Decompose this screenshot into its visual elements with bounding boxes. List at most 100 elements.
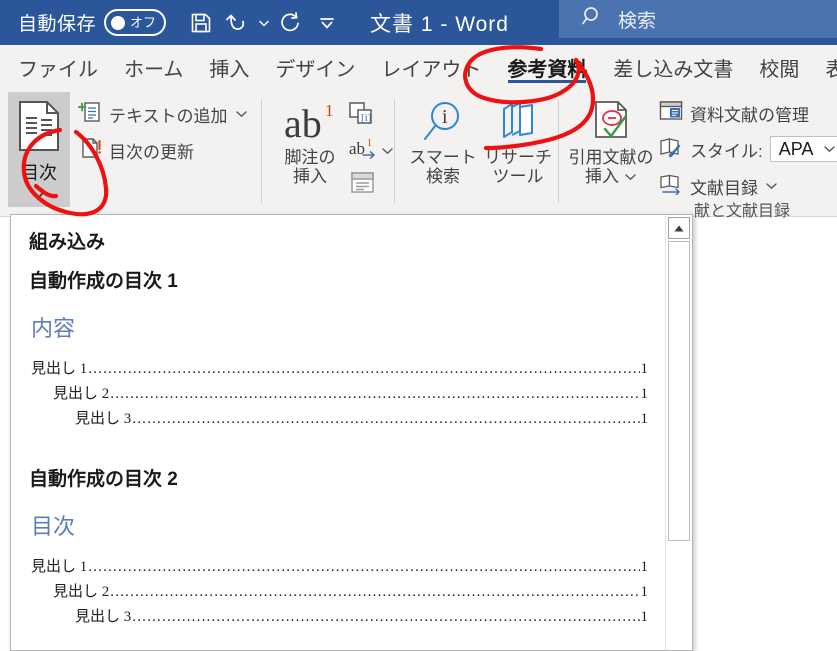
citations-group-label: 献と文献目録 xyxy=(694,203,791,220)
toc-entry-row: 見出し 3 ..................................… xyxy=(31,407,648,428)
smart-lookup-button[interactable]: i スマート 検索 xyxy=(403,99,483,186)
insert-citation-icon xyxy=(588,99,634,148)
toc-button[interactable]: 目次 xyxy=(8,92,70,207)
tab-label: 校閲 xyxy=(759,58,800,81)
smart-lookup-label-line2: 検索 xyxy=(426,167,460,187)
toc-preview-heading: 内容 xyxy=(31,316,76,341)
tab-label: 参考資料 xyxy=(507,58,588,81)
ribbon-group-research: i スマート 検索 リサーチ ツール xyxy=(395,89,559,216)
tab-home[interactable]: ホーム xyxy=(111,45,196,89)
tab-references[interactable]: 参考資料 xyxy=(494,45,600,89)
bibliography-chevron-down-icon[interactable] xyxy=(765,177,778,195)
autosave-control[interactable]: 自動保存 オフ xyxy=(18,9,167,36)
toc-entry-text: 見出し 1 xyxy=(31,559,88,575)
gallery-item-auto-toc-2[interactable]: 自動作成の目次 2 目次 見出し 1 .....................… xyxy=(27,464,652,626)
toc-button-label: 目次 xyxy=(21,163,57,183)
add-text-icon xyxy=(77,100,102,129)
insert-citation-label-line2: 挿入 xyxy=(585,167,619,187)
toc-leader-dots: ........................................… xyxy=(88,559,639,575)
tab-view[interactable]: 表 xyxy=(812,45,837,89)
show-notes-button[interactable] xyxy=(350,171,376,200)
tab-mailings[interactable]: 差し込み文書 xyxy=(600,45,746,89)
toc-entry-page: 1 xyxy=(640,361,649,377)
manage-sources-button[interactable]: 資料文献の管理 xyxy=(659,98,809,128)
toc-gallery-content: 組み込み 自動作成の目次 1 内容 見出し 1 ................… xyxy=(11,215,666,650)
toc-leader-dots: ........................................… xyxy=(88,361,639,377)
scroll-up-icon[interactable] xyxy=(668,217,690,239)
toc-entry-page: 1 xyxy=(640,411,649,427)
autosave-toggle[interactable]: オフ xyxy=(104,9,167,36)
gallery-scrollbar[interactable] xyxy=(665,215,692,650)
add-text-chevron-down-icon[interactable] xyxy=(235,105,248,123)
citation-style-value: APA xyxy=(778,138,814,159)
smart-lookup-icon: i xyxy=(420,99,466,148)
search-icon xyxy=(581,5,604,33)
toc-entry-text: 見出し 3 xyxy=(75,411,132,427)
search-box[interactable]: 検索 xyxy=(559,0,837,38)
next-footnote-chevron-down-icon[interactable] xyxy=(381,142,394,160)
insert-footnote-button[interactable]: ab 1 脚注の 挿入 xyxy=(276,101,344,186)
researcher-label-line2: ツール xyxy=(492,167,544,187)
svg-text:1: 1 xyxy=(367,138,372,149)
svg-text:ab: ab xyxy=(284,101,322,143)
next-footnote-icon: ab 1 xyxy=(348,137,376,164)
bibliography-label: 文献目録 xyxy=(690,178,758,198)
tab-design[interactable]: デザイン xyxy=(262,45,368,89)
active-tab-underline xyxy=(508,80,587,83)
insert-citation-button[interactable]: 引用文献の 挿入 xyxy=(565,99,657,186)
gallery-item-gap xyxy=(27,432,652,464)
tab-review[interactable]: 校閲 xyxy=(746,45,812,89)
tab-layout[interactable]: レイアウト xyxy=(368,45,494,89)
citation-style-chevron-down-icon[interactable] xyxy=(823,140,836,158)
tab-label: 挿入 xyxy=(209,58,250,81)
tab-label: 表 xyxy=(825,58,837,81)
toc-gallery-dropdown[interactable]: 組み込み 自動作成の目次 1 内容 見出し 1 ................… xyxy=(10,214,693,651)
insert-citation-chevron-down-icon[interactable] xyxy=(624,168,637,186)
toc-entry-text: 見出し 2 xyxy=(53,584,110,600)
svg-text:i: i xyxy=(442,106,448,128)
insert-endnote-button[interactable]: [i] xyxy=(348,101,376,132)
tab-file[interactable]: ファイル xyxy=(5,45,111,89)
ribbon: 目次 テキストの追加 目次の更新 ab 1 脚注の 挿入 [i] ab 1 i … xyxy=(0,89,837,220)
undo-chevron-down-icon[interactable] xyxy=(256,6,272,40)
toc-leader-dots: ........................................… xyxy=(132,411,639,427)
undo-icon[interactable] xyxy=(220,6,254,40)
tab-label: 差し込み文書 xyxy=(613,58,734,81)
customize-qat-icon[interactable] xyxy=(310,6,344,40)
tab-insert[interactable]: 挿入 xyxy=(196,45,262,89)
citation-style-control[interactable]: スタイル: APA xyxy=(659,134,837,164)
gallery-item-title: 自動作成の目次 2 xyxy=(29,469,178,490)
manage-sources-icon xyxy=(659,100,683,127)
style-icon xyxy=(659,136,683,163)
toc-chevron-down-icon[interactable] xyxy=(32,186,46,204)
add-text-button[interactable]: テキストの追加 xyxy=(77,99,248,129)
svg-text:[i]: [i] xyxy=(361,112,371,124)
researcher-icon xyxy=(494,99,542,148)
researcher-label-line1: リサーチ xyxy=(484,148,552,167)
search-placeholder: 検索 xyxy=(618,10,657,32)
save-icon[interactable] xyxy=(184,6,218,40)
scrollbar-thumb[interactable] xyxy=(668,241,690,541)
smart-lookup-label-line1: スマート xyxy=(409,148,477,167)
insert-endnote-icon: [i] xyxy=(348,102,376,131)
toc-entry-page: 1 xyxy=(640,559,649,575)
toc-entry-row: 見出し 2 ..................................… xyxy=(31,580,648,601)
toc-entry-text: 見出し 1 xyxy=(31,361,88,377)
update-toc-button[interactable]: 目次の更新 xyxy=(78,135,194,165)
toc-preview-heading: 目次 xyxy=(31,514,76,539)
insert-citation-label-line1: 引用文献の xyxy=(568,148,654,167)
next-footnote-button[interactable]: ab 1 xyxy=(348,137,394,164)
redo-icon[interactable] xyxy=(274,6,308,40)
toc-entry-row: 見出し 1 ..................................… xyxy=(31,357,648,378)
update-toc-label: 目次の更新 xyxy=(109,142,194,162)
autosave-toggle-knob xyxy=(111,15,126,30)
ribbon-group-toc: 目次 テキストの追加 目次の更新 xyxy=(0,89,262,216)
toc-leader-dots: ........................................… xyxy=(132,609,639,625)
toc-entry-text: 見出し 2 xyxy=(53,386,110,402)
researcher-button[interactable]: リサーチ ツール xyxy=(479,99,557,186)
toc-entry-row: 見出し 1 ..................................… xyxy=(31,555,648,576)
manage-sources-label: 資料文献の管理 xyxy=(690,105,809,125)
citation-style-dropdown[interactable]: APA xyxy=(769,136,837,162)
toc-preview: 目次 見出し 1 ...............................… xyxy=(27,509,652,626)
gallery-item-auto-toc-1[interactable]: 自動作成の目次 1 内容 見出し 1 .....................… xyxy=(27,266,652,428)
